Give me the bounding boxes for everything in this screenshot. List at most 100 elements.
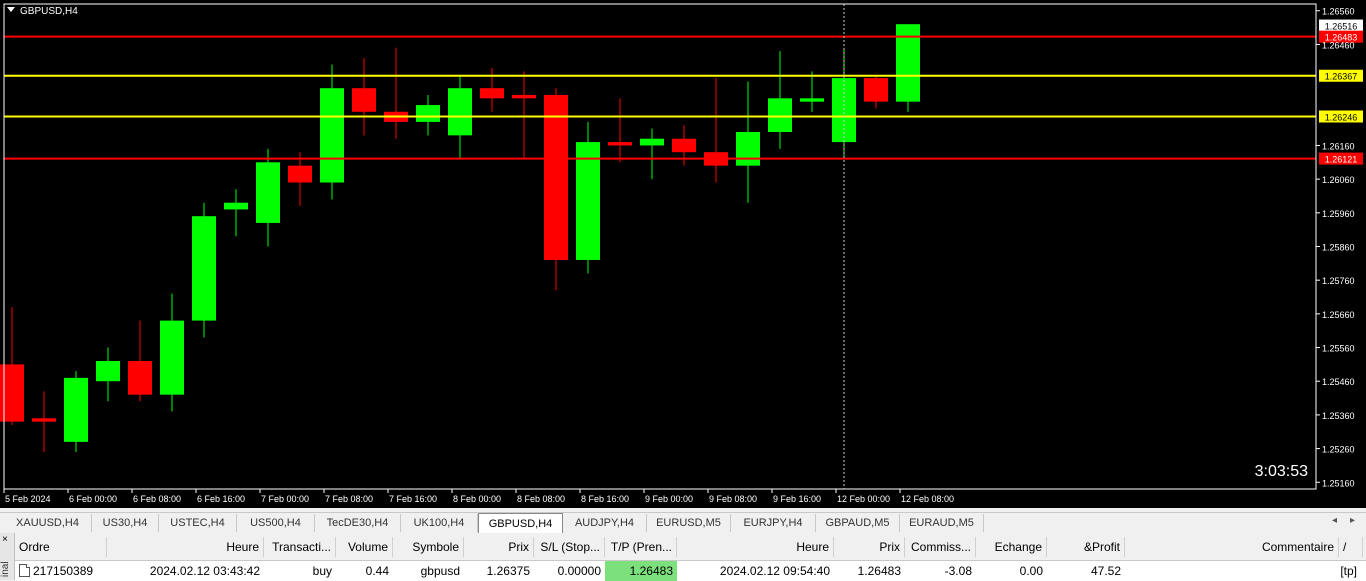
price-tick-label: 1.25860 — [1322, 243, 1355, 253]
col-header-symbole[interactable]: Symbole — [393, 537, 464, 557]
time-tick-label: 7 Feb 16:00 — [389, 494, 437, 504]
candle-body-bull — [448, 88, 472, 136]
time-tick-label: 6 Feb 08:00 — [133, 494, 181, 504]
candle-body-bull — [256, 162, 280, 223]
cell-volume: 0.44 — [365, 564, 389, 578]
candle-body-bull — [576, 142, 600, 260]
candles-group — [0, 24, 920, 452]
candle-body-bear — [544, 94, 568, 260]
candle-body-bull — [640, 138, 664, 146]
col-header-commentaire[interactable]: Commentaire — [1125, 537, 1339, 557]
price-tick-label: 1.25260 — [1322, 445, 1355, 455]
cell-sl: 0.00000 — [557, 564, 601, 578]
price-tick-label: 1.26060 — [1322, 175, 1355, 185]
tabs-next-arrow-icon[interactable]: ▸ — [1350, 515, 1355, 526]
price-tick-label: 1.26560 — [1322, 7, 1355, 17]
candle-body-bull — [768, 98, 792, 132]
col-header-volume[interactable]: Volume — [336, 537, 393, 557]
price-tick-label: 1.25960 — [1322, 209, 1355, 219]
candle-body-bear — [512, 94, 536, 99]
candle-body-bull — [416, 105, 440, 122]
table-row[interactable]: 217150389 2024.02.12 03:43:42 buy 0.44 g… — [15, 560, 1366, 581]
level-price-label: 1.26121 — [1325, 155, 1358, 165]
candlestick-chart[interactable]: GBPUSD,H4 1.265161.264831.263671.262461.… — [0, 0, 1366, 508]
tab-audjpy-h4[interactable]: AUDJPY,H4 — [563, 514, 647, 532]
cell-commentaire: [tp] — [1340, 564, 1357, 578]
candle-body-bull — [736, 131, 760, 166]
time-tick-label: 5 Feb 2024 — [5, 494, 51, 504]
col-header-ordre[interactable]: Ordre — [15, 537, 107, 557]
tab-eurusd-m5[interactable]: EURUSD,M5 — [647, 514, 731, 532]
time-tick-label: 9 Feb 08:00 — [709, 494, 757, 504]
cell-profit: 47.52 — [1090, 564, 1121, 578]
cell-ordre-value: 217150389 — [33, 564, 94, 578]
countdown-timer: 3:03:53 — [1255, 463, 1308, 480]
level-price-label: 1.26367 — [1325, 72, 1358, 82]
chart-window[interactable]: GBPUSD,H4 1.26516 1.26483 1.26367 1.26246 1.… — [0, 0, 1366, 508]
tab-gbpusd-h4[interactable]: GBPUSD,H4 — [478, 513, 563, 533]
cell-ordre: 217150389 — [15, 561, 107, 581]
terminal-side-label: inal — [0, 561, 11, 577]
price-tick-label: 1.25460 — [1322, 377, 1355, 387]
chart-symbol-label: GBPUSD,H4 — [20, 6, 78, 17]
candle-body-bear — [608, 142, 632, 146]
col-header-prix-close[interactable]: Prix — [834, 537, 905, 557]
time-tick-label: 7 Feb 00:00 — [261, 494, 309, 504]
candle-body-bear — [480, 88, 504, 99]
tab-us30-h4[interactable]: US30,H4 — [92, 514, 159, 532]
candle-body-bull — [64, 377, 88, 442]
price-tick-label: 1.26160 — [1322, 141, 1355, 151]
price-tick-label: 1.25660 — [1322, 310, 1355, 320]
price-tick-label: 1.25560 — [1322, 344, 1355, 354]
level-price-label: 1.26516 — [1325, 22, 1358, 32]
tabs-prev-arrow-icon[interactable]: ◂ — [1332, 515, 1337, 526]
sort-icon[interactable]: / — [1339, 537, 1363, 557]
price-tick-label: 1.25760 — [1322, 276, 1355, 286]
col-header-heure-close[interactable]: Heure — [677, 537, 834, 557]
tab-gbpaud-m5[interactable]: GBPAUD,M5 — [816, 514, 900, 532]
table-header-row: Ordre Heure Transacti... Volume Symbole … — [15, 537, 1366, 557]
cell-heure-close: 2024.02.12 09:54:40 — [719, 564, 830, 578]
time-tick-label: 6 Feb 00:00 — [69, 494, 117, 504]
candle-body-bear — [672, 138, 696, 153]
tab-ustec-h4[interactable]: USTEC,H4 — [159, 514, 237, 532]
candle-body-bull — [96, 361, 120, 382]
tab-euraud-m5[interactable]: EURAUD,M5 — [900, 514, 984, 532]
col-header-sl[interactable]: S/L (Stop... — [534, 537, 605, 557]
col-header-tp[interactable]: T/P (Pren... — [605, 537, 677, 557]
cell-transaction: buy — [312, 564, 332, 578]
terminal-side-strip: × inal — [0, 533, 15, 580]
cell-tp: 1.26483 — [605, 561, 677, 581]
terminal-panel: × inal Ordre Heure Transacti... Volume S… — [0, 533, 1366, 581]
tab-tecde30-h4[interactable]: TecDE30,H4 — [315, 514, 401, 532]
time-tick-label: 7 Feb 08:00 — [325, 494, 373, 504]
time-tick-label: 6 Feb 16:00 — [197, 494, 245, 504]
time-tick-label: 9 Feb 16:00 — [773, 494, 821, 504]
cell-echange: 0.00 — [1019, 564, 1043, 578]
col-header-heure[interactable]: Heure — [107, 537, 264, 557]
time-tick-label: 8 Feb 00:00 — [453, 494, 501, 504]
candle-body-bull — [800, 98, 824, 102]
col-header-prix[interactable]: Prix — [464, 537, 534, 557]
candle-body-bear — [288, 165, 312, 183]
time-tick-label: 9 Feb 00:00 — [645, 494, 693, 504]
candle-body-bear — [352, 88, 376, 112]
chart-tabs-bar: XAUUSD,H4 US30,H4 USTEC,H4 US500,H4 TecDE30,… — [0, 512, 1366, 533]
col-header-commission[interactable]: Commiss... — [905, 537, 976, 557]
close-icon[interactable]: × — [2, 535, 8, 545]
time-tick-label: 8 Feb 16:00 — [581, 494, 629, 504]
cell-prix: 1.26375 — [486, 564, 530, 578]
candle-body-bear — [32, 418, 56, 422]
price-tick-label: 1.25160 — [1322, 478, 1355, 488]
col-header-echange[interactable]: Echange — [976, 537, 1047, 557]
tab-us500-h4[interactable]: US500,H4 — [237, 514, 315, 532]
tab-xauusd-h4[interactable]: XAUUSD,H4 — [4, 514, 92, 532]
col-header-profit[interactable]: &Profit — [1047, 537, 1125, 557]
col-header-transaction[interactable]: Transacti... — [264, 537, 336, 557]
tab-uk100-h4[interactable]: UK100,H4 — [401, 514, 478, 532]
time-tick-label: 12 Feb 08:00 — [901, 494, 954, 504]
document-icon — [19, 564, 30, 577]
cell-heure: 2024.02.12 03:43:42 — [149, 564, 260, 578]
cell-commission: -3.08 — [944, 564, 972, 578]
tab-eurjpy-h4[interactable]: EURJPY,H4 — [731, 514, 816, 532]
